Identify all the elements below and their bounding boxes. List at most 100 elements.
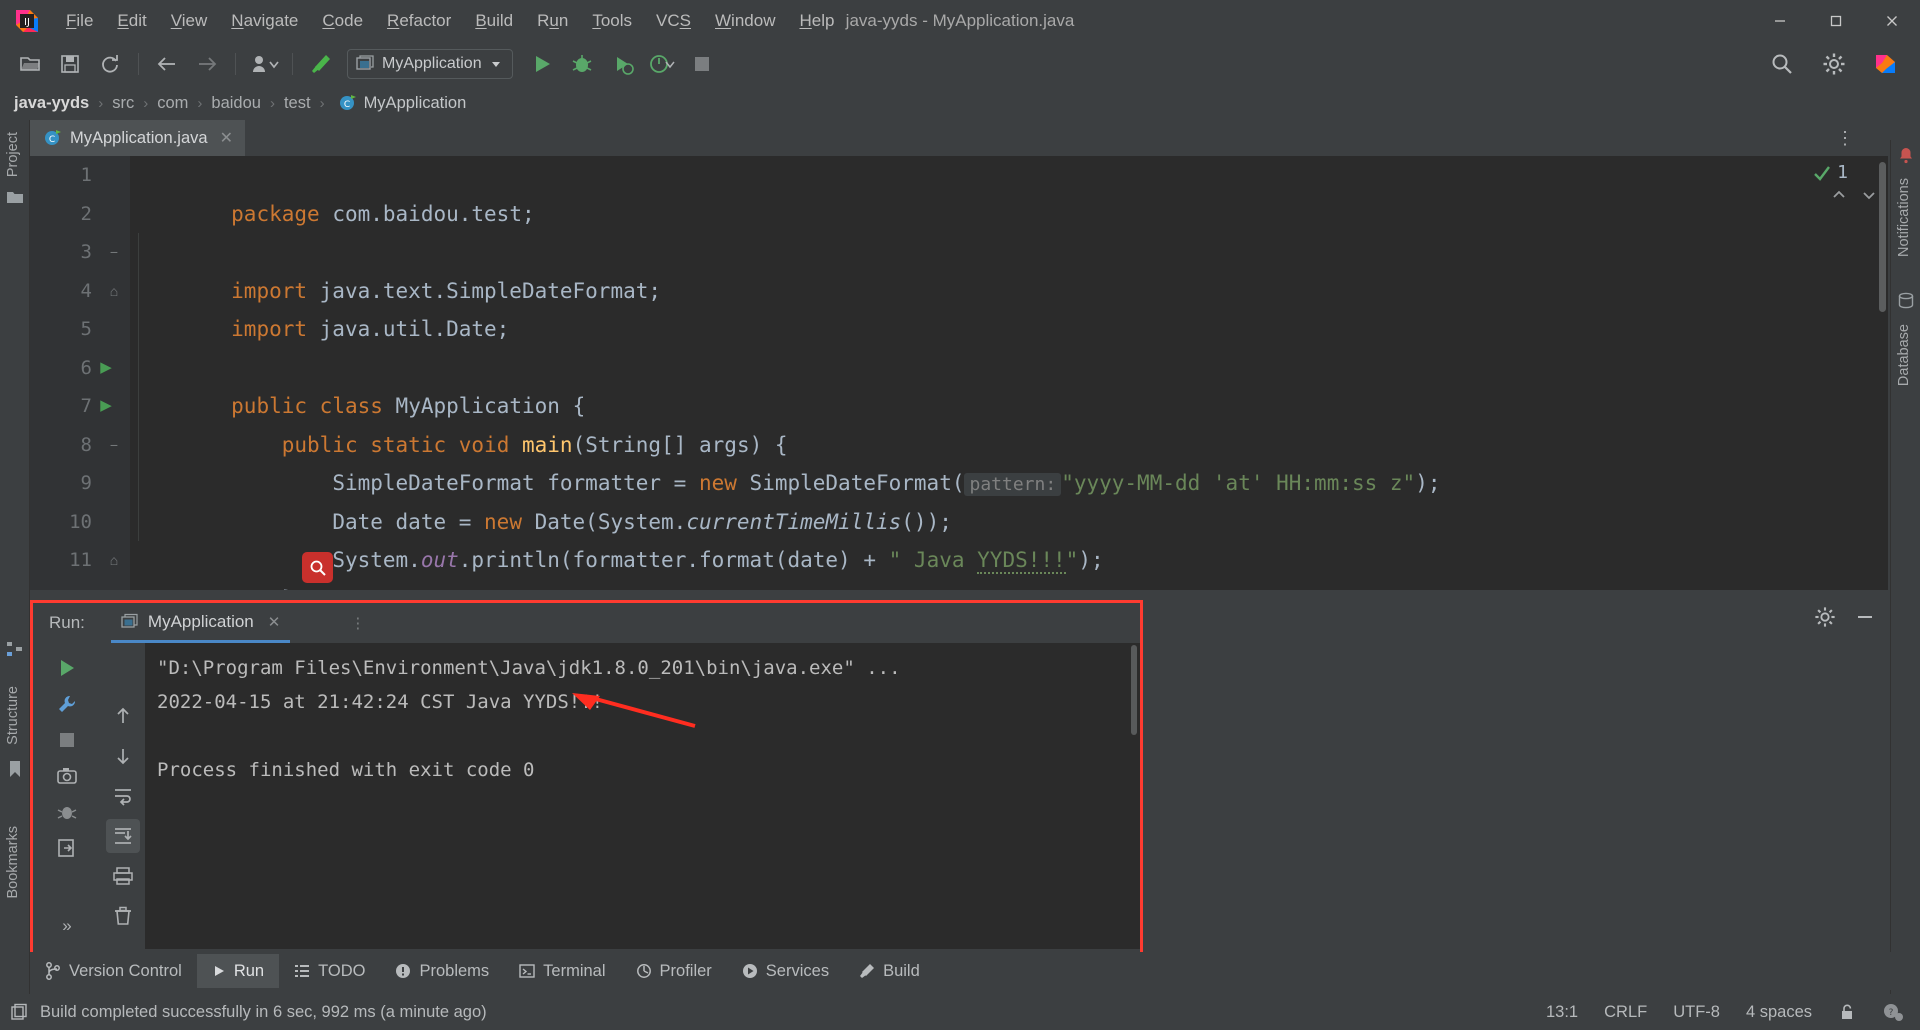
build-hammer-icon[interactable] bbox=[304, 49, 338, 79]
previous-problem-icon[interactable] bbox=[1830, 186, 1848, 208]
breadcrumb-item-root[interactable]: java-yyds bbox=[14, 94, 89, 113]
breadcrumb-item-src[interactable]: src bbox=[112, 94, 134, 113]
fold-marker[interactable]: ⌂ bbox=[106, 541, 122, 580]
fold-marker[interactable]: ⌂ bbox=[106, 272, 122, 311]
scroll-up-button[interactable] bbox=[106, 699, 140, 733]
build-status-icon[interactable] bbox=[10, 1003, 28, 1021]
menu-item-build[interactable]: Build bbox=[463, 7, 525, 35]
debug-button[interactable] bbox=[565, 49, 599, 79]
line-separator[interactable]: CRLF bbox=[1604, 1003, 1647, 1022]
save-all-icon[interactable] bbox=[53, 49, 87, 79]
notifications-bell-icon[interactable] bbox=[1897, 146, 1915, 169]
scroll-down-button[interactable] bbox=[106, 739, 140, 773]
run-tool-window[interactable]: Run: MyApplication ✕ ⋮ bbox=[30, 600, 1143, 990]
pin-tab-button[interactable] bbox=[50, 831, 84, 865]
run-settings-gear-icon[interactable] bbox=[1814, 606, 1836, 633]
stop-process-button[interactable] bbox=[50, 723, 84, 757]
close-button[interactable] bbox=[1864, 0, 1920, 42]
caret-position[interactable]: 13:1 bbox=[1546, 1003, 1578, 1022]
sidebar-item-structure[interactable]: Structure bbox=[5, 680, 21, 751]
editor-gutter[interactable]: 1 2 3 4 5 6 7 8 9 10 11 − ⌂ − ⌂ ▶ ▶ bbox=[30, 156, 130, 590]
breadcrumb-item-baidou[interactable]: baidou bbox=[211, 94, 261, 113]
breadcrumb-item-com[interactable]: com bbox=[157, 94, 188, 113]
scroll-to-end-button[interactable] bbox=[106, 819, 140, 853]
print-button[interactable] bbox=[106, 859, 140, 893]
bottom-tab-problems[interactable]: Problems bbox=[380, 954, 504, 988]
code-text-area[interactable]: package com.baidou.test; import java.tex… bbox=[130, 156, 1888, 590]
bottom-tab-profiler[interactable]: Profiler bbox=[621, 954, 727, 988]
open-folder-icon[interactable] bbox=[13, 49, 47, 79]
close-icon[interactable]: ✕ bbox=[268, 613, 281, 631]
file-encoding[interactable]: UTF-8 bbox=[1673, 1003, 1720, 1022]
maximize-button[interactable] bbox=[1808, 0, 1864, 42]
menu-item-code[interactable]: Code bbox=[310, 7, 375, 35]
wrench-settings-button[interactable] bbox=[50, 687, 84, 721]
sidebar-item-notifications[interactable]: Notifications bbox=[1896, 172, 1912, 263]
search-everywhere-icon[interactable] bbox=[1765, 49, 1799, 79]
user-profile-icon[interactable] bbox=[247, 49, 281, 79]
navigate-back-icon[interactable] bbox=[150, 49, 184, 79]
editor-options-icon[interactable]: ⋮ bbox=[1836, 128, 1854, 149]
ide-updates-icon[interactable] bbox=[1869, 49, 1903, 79]
menu-item-run[interactable]: Run bbox=[525, 7, 580, 35]
sidebar-item-project[interactable]: Project bbox=[5, 126, 21, 183]
menu-item-vcs[interactable]: VCS bbox=[644, 7, 703, 35]
hide-tool-window-icon[interactable] bbox=[1854, 606, 1876, 633]
expand-more-button[interactable]: » bbox=[50, 909, 84, 943]
settings-gear-icon[interactable] bbox=[1817, 49, 1851, 79]
next-problem-icon[interactable] bbox=[1860, 186, 1878, 208]
menu-item-navigate[interactable]: Navigate bbox=[219, 7, 310, 35]
sync-refresh-icon[interactable] bbox=[93, 49, 127, 79]
database-icon[interactable] bbox=[1897, 292, 1915, 315]
bookmark-icon[interactable] bbox=[7, 760, 23, 783]
bottom-tab-build[interactable]: Build bbox=[844, 954, 935, 988]
menu-item-file[interactable]: File bbox=[54, 7, 105, 35]
thread-dump-button[interactable] bbox=[50, 795, 84, 829]
console-vertical-scrollbar[interactable] bbox=[1131, 645, 1137, 735]
run-button[interactable] bbox=[525, 49, 559, 79]
inspection-status-badge[interactable]: 1 bbox=[1812, 162, 1848, 183]
menu-item-help[interactable]: Help bbox=[787, 7, 846, 35]
menu-item-refactor[interactable]: Refactor bbox=[375, 7, 463, 35]
project-folder-icon[interactable] bbox=[6, 188, 24, 211]
breadcrumb-item-test[interactable]: test bbox=[284, 94, 311, 113]
run-with-coverage-button[interactable] bbox=[605, 49, 639, 79]
run-gutter-icon[interactable]: ▶ bbox=[96, 387, 116, 426]
run-console-output[interactable]: "D:\Program Files\Environment\Java\jdk1.… bbox=[145, 643, 1140, 949]
fold-marker[interactable]: − bbox=[106, 233, 122, 272]
sidebar-item-database[interactable]: Database bbox=[1896, 318, 1912, 392]
minimize-button[interactable] bbox=[1752, 0, 1808, 42]
sidebar-item-bookmarks[interactable]: Bookmarks bbox=[5, 820, 21, 905]
navigate-forward-icon[interactable] bbox=[190, 49, 224, 79]
clear-all-button[interactable] bbox=[106, 899, 140, 933]
code-editor[interactable]: 1 2 3 4 5 6 7 8 9 10 11 − ⌂ − ⌂ ▶ ▶ pack… bbox=[30, 156, 1888, 590]
run-configuration-selector[interactable]: MyApplication bbox=[347, 49, 513, 79]
bottom-tab-todo[interactable]: TODO bbox=[279, 954, 380, 988]
bottom-tab-version-control[interactable]: Version Control bbox=[30, 954, 197, 988]
hector-icon[interactable]: ? bbox=[1882, 1002, 1904, 1022]
menu-item-edit[interactable]: Edit bbox=[105, 7, 158, 35]
screenshot-button[interactable] bbox=[50, 759, 84, 793]
run-gutter-icon[interactable]: ▶ bbox=[96, 349, 116, 388]
breadcrumb-item-class[interactable]: MyApplication bbox=[364, 94, 467, 113]
structure-icon[interactable] bbox=[6, 640, 24, 663]
soft-wrap-button[interactable] bbox=[106, 779, 140, 813]
bottom-tab-run[interactable]: Run bbox=[197, 954, 279, 988]
parameter-hint-pattern[interactable]: pattern: bbox=[964, 473, 1061, 496]
bottom-tab-services[interactable]: Services bbox=[727, 954, 844, 988]
bottom-tab-terminal[interactable]: Terminal bbox=[504, 954, 620, 988]
stop-button[interactable] bbox=[685, 49, 719, 79]
run-panel-grip[interactable]: ⋮ bbox=[350, 614, 367, 632]
menu-item-window[interactable]: Window bbox=[703, 7, 787, 35]
profile-button[interactable] bbox=[645, 49, 679, 79]
fold-marker[interactable]: − bbox=[106, 426, 122, 465]
close-icon[interactable]: ✕ bbox=[220, 128, 233, 148]
indent-setting[interactable]: 4 spaces bbox=[1746, 1003, 1812, 1022]
menu-item-tools[interactable]: Tools bbox=[580, 7, 644, 35]
editor-vertical-scrollbar[interactable] bbox=[1879, 162, 1886, 312]
menu-item-view[interactable]: View bbox=[159, 7, 220, 35]
editor-tab-myapplication[interactable]: C MyApplication.java ✕ bbox=[30, 120, 245, 156]
run-tab-myapplication[interactable]: MyApplication ✕ bbox=[111, 603, 290, 643]
lock-icon[interactable] bbox=[1838, 1003, 1856, 1021]
rerun-button[interactable] bbox=[50, 651, 84, 685]
